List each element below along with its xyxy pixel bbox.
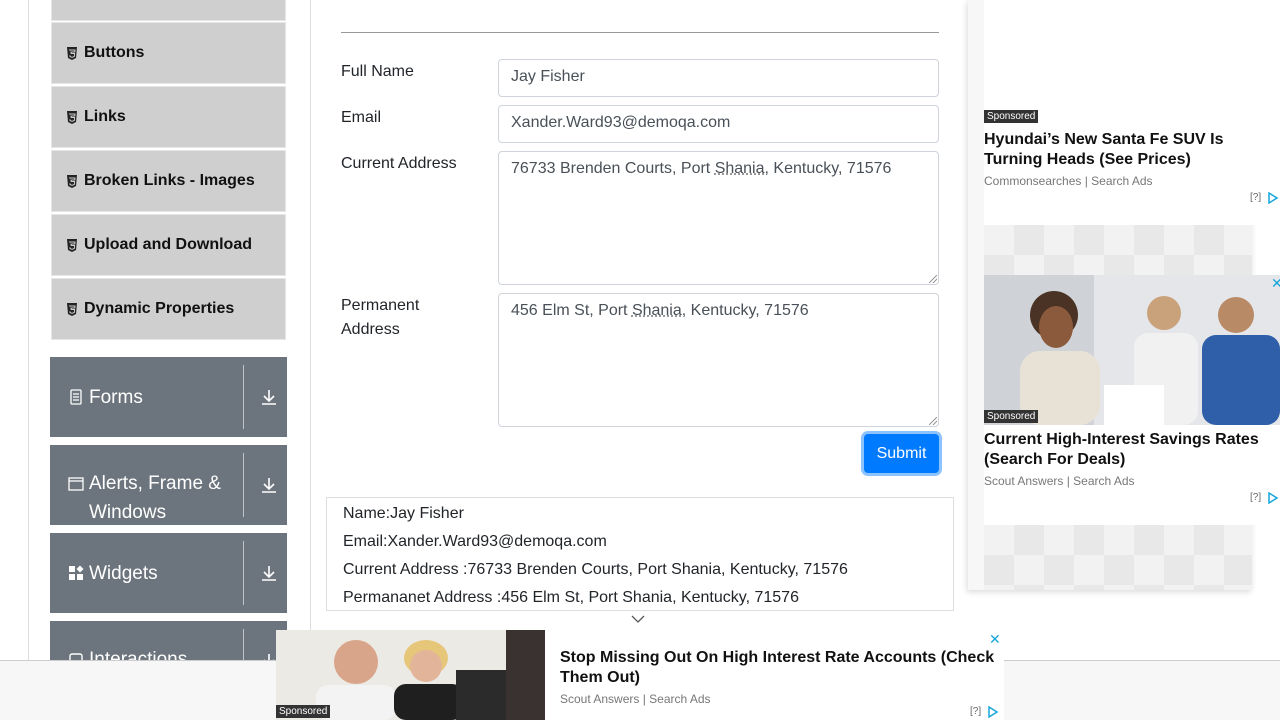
ad-title[interactable]: Stop Missing Out On High Interest Rate A… — [560, 648, 1000, 688]
group-title: Forms — [89, 386, 143, 408]
full-name-value: Jay Fisher — [511, 68, 585, 85]
permanent-address-label: Permanent Address — [341, 297, 420, 338]
html5-icon — [67, 174, 77, 188]
ad-info-link[interactable]: [?] — [970, 706, 981, 717]
current-address-text: 76733 Brenden Courts, Port — [511, 160, 715, 177]
sidebar-group-forms[interactable]: Forms — [50, 357, 287, 437]
sidebar-item-upload-download[interactable]: Upload and Download — [51, 214, 286, 276]
permanent-address-text: 456 Elm St, Port — [511, 302, 632, 319]
window-icon — [68, 477, 84, 491]
email-value: Xander.Ward93@demoqa.com — [511, 114, 731, 131]
ad-info-link[interactable]: [?] — [1250, 192, 1261, 203]
output-email: Email:Xander.Ward93@demoqa.com — [343, 533, 607, 550]
sidebar-left-border — [28, 0, 29, 720]
bottom-ad[interactable]: Sponsored Stop Missing Out On High Inter… — [276, 630, 1004, 720]
download-icon[interactable] — [260, 388, 278, 406]
ad-info-link[interactable]: [?] — [1250, 492, 1261, 503]
sidebar-group-widgets[interactable]: Widgets — [50, 533, 287, 613]
sponsored-tag: Sponsored — [984, 410, 1039, 423]
sidebar-item-label: Upload and Download — [84, 236, 252, 253]
ad-source: Commonsearches | Search Ads — [984, 174, 1153, 188]
permanent-address-text-end: , Kentucky, 71576 — [681, 302, 809, 319]
sponsored-tag: Sponsored — [276, 705, 331, 718]
current-address-text-end: , Kentucky, 71576 — [764, 160, 892, 177]
full-name-label: Full Name — [341, 63, 414, 80]
widgets-icon — [69, 565, 84, 580]
sidebar-item-partial[interactable] — [51, 0, 286, 21]
output-current-address: Current Address :76733 Brenden Courts, P… — [343, 561, 848, 578]
ad-title[interactable]: Hyundai’s New Santa Fe SUV Is Turning He… — [984, 130, 1244, 170]
ad-photo[interactable] — [984, 275, 1280, 425]
divider — [243, 453, 244, 517]
html5-icon — [67, 302, 77, 316]
ad-card-1[interactable]: Sponsored Hyundai’s New Santa Fe SUV Is … — [984, 0, 1280, 225]
sidebar-item-label: Broken Links - Images — [84, 172, 255, 189]
ad-title[interactable]: Current High-Interest Savings Rates (Sea… — [984, 430, 1269, 470]
html5-icon — [67, 110, 77, 124]
sidebar-item-label: Dynamic Properties — [84, 300, 235, 317]
ad-photo-image — [984, 275, 1280, 425]
download-icon[interactable] — [260, 564, 278, 582]
close-icon[interactable]: ✕ — [1271, 275, 1280, 292]
full-name-input[interactable]: Jay Fisher — [498, 59, 939, 97]
current-address-label: Current Address — [341, 155, 457, 172]
sidebar-item-dynamic-properties[interactable]: Dynamic Properties — [51, 278, 286, 340]
resize-handle[interactable] — [929, 417, 937, 425]
adchoices-icon[interactable] — [987, 706, 999, 718]
download-icon[interactable] — [260, 476, 278, 494]
email-label: Email — [341, 109, 382, 126]
sidebar-item-label: Links — [84, 108, 126, 125]
sidebar-group-alerts[interactable]: Alerts, Frame & Windows — [50, 445, 287, 525]
current-address-text-spellcheck: Shania — [714, 160, 765, 177]
output-permanent-address: Permananet Address :456 Elm St, Port Sha… — [343, 589, 799, 606]
output-name: Name:Jay Fisher — [343, 505, 464, 522]
email-input[interactable]: Xander.Ward93@demoqa.com — [498, 105, 939, 143]
submit-button[interactable]: Submit — [864, 434, 939, 473]
permanent-address-textarea[interactable]: 456 Elm St, Port Shania, Kentucky, 71576 — [498, 293, 939, 427]
permanent-address-text-spellcheck: Shania — [631, 302, 682, 319]
ad-card-2[interactable]: ✕ Sponsored Current High-Interest Saving… — [984, 275, 1280, 525]
output-box: Name:Jay Fisher Email:Xander.Ward93@demo… — [326, 497, 954, 611]
sidebar-right-border — [310, 0, 311, 720]
resize-handle[interactable] — [929, 275, 937, 283]
document-icon — [70, 389, 82, 405]
html5-icon — [67, 46, 77, 60]
group-title: Widgets — [89, 562, 158, 584]
html5-icon — [67, 238, 77, 252]
sidebar-item-label: Buttons — [84, 44, 145, 61]
ad-source: Scout Answers | Search Ads — [984, 474, 1135, 488]
divider — [243, 365, 244, 429]
sidebar-item-broken-links[interactable]: Broken Links - Images — [51, 150, 286, 212]
sidebar-item-buttons[interactable]: Buttons — [51, 22, 286, 84]
ad-source: Scout Answers | Search Ads — [560, 692, 711, 706]
adchoices-icon[interactable] — [1267, 192, 1279, 204]
sidebar-item-links[interactable]: Links — [51, 86, 286, 148]
close-icon[interactable]: ✕ — [989, 631, 1001, 648]
sponsored-tag: Sponsored — [984, 110, 1039, 123]
chevron-down-icon[interactable] — [631, 614, 645, 624]
adchoices-icon[interactable] — [1267, 492, 1279, 504]
form-divider — [341, 32, 939, 33]
divider — [243, 541, 244, 605]
current-address-textarea[interactable]: 76733 Brenden Courts, Port Shania, Kentu… — [498, 151, 939, 285]
group-title: Alerts, Frame & Windows — [89, 473, 221, 523]
